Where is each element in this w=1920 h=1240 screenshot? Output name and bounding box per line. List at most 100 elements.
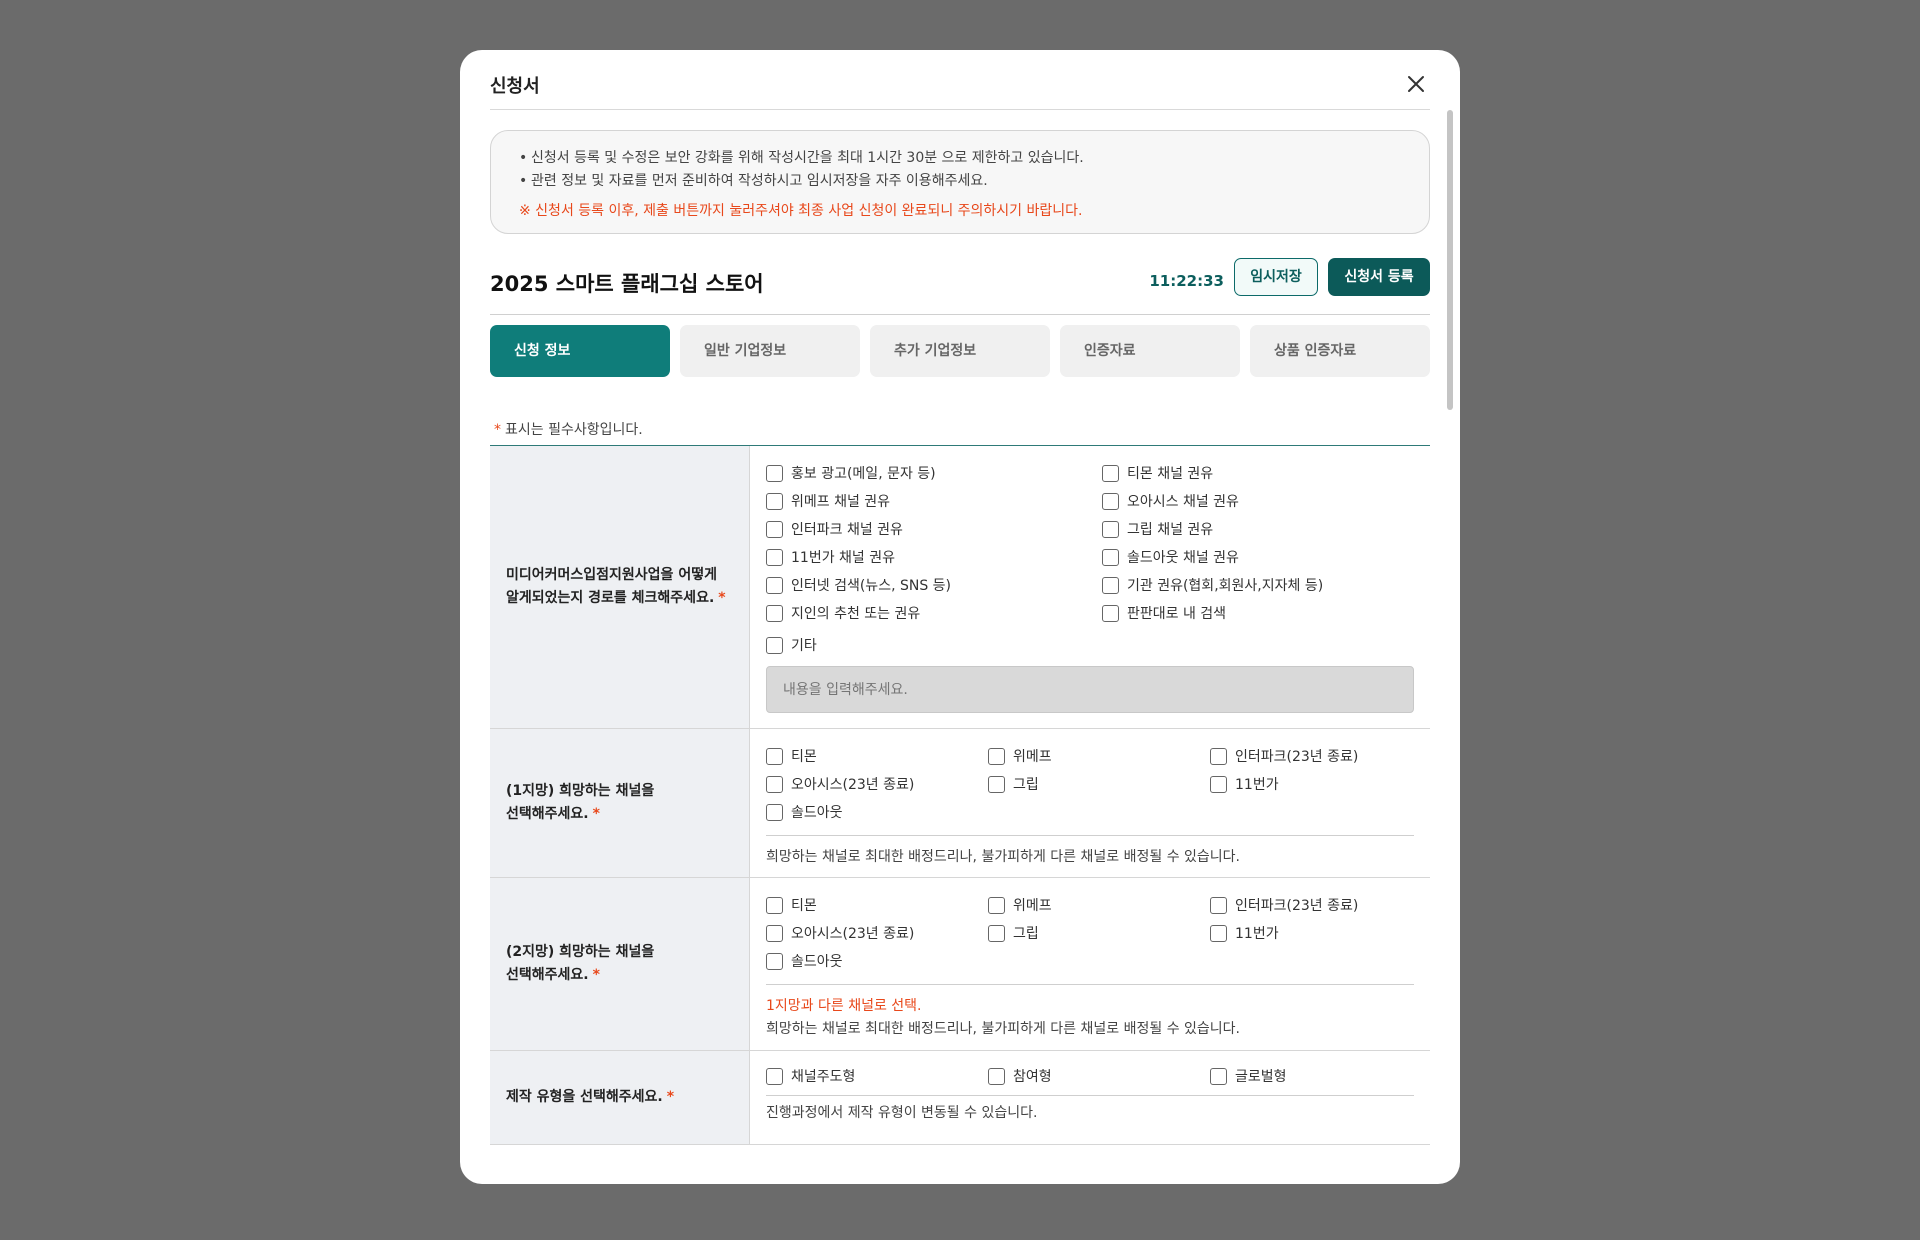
checkbox[interactable]	[766, 636, 783, 654]
checkbox-option[interactable]: 11번가 채널 권유	[766, 546, 1102, 568]
checkbox-option[interactable]: 오아시스 채널 권유	[1102, 490, 1414, 512]
checkbox-option[interactable]: 그립	[988, 773, 1210, 795]
row-label-text: 선택해주세요.	[506, 806, 589, 822]
checkbox-group: 티몬 위메프 인터파크(23년 종료) 오아시스(23년 종료) 그립 11번가…	[766, 894, 1414, 972]
tab-additional-company-info[interactable]: 추가 기업정보	[870, 325, 1050, 377]
checkbox-option[interactable]: 그립 채널 권유	[1102, 518, 1414, 540]
checkbox[interactable]	[1210, 896, 1227, 914]
close-button[interactable]	[1402, 70, 1430, 98]
help-text: 희망하는 채널로 최대한 배정드리나, 불가피하게 다른 채널로 배정될 수 있…	[766, 1021, 1240, 1037]
checkbox-group: 홍보 광고(메일, 문자 등) 티몬 채널 권유 위메프 채널 권유 오아시스 …	[766, 462, 1414, 624]
checkbox-option[interactable]: 글로벌형	[1210, 1065, 1414, 1087]
checkbox-option[interactable]: 오아시스(23년 종료)	[766, 773, 988, 795]
row-label: (1지망) 희망하는 채널을 선택해주세요. *	[490, 729, 750, 877]
checkbox[interactable]	[1102, 548, 1119, 566]
checkbox-option[interactable]: 인터파크(23년 종료)	[1210, 745, 1414, 767]
form-row-production-type: 제작 유형을 선택해주세요. * 채널주도형 참여형 글로벌형 진행과정에서 제작…	[490, 1051, 1430, 1145]
checkbox[interactable]	[1102, 464, 1119, 482]
tab-product-certification[interactable]: 상품 인증자료	[1250, 325, 1430, 377]
checkbox-option[interactable]: 인터파크 채널 권유	[766, 518, 1102, 540]
checkbox[interactable]	[988, 747, 1005, 765]
notice-warning: ※ 신청서 등록 이후, 제출 버튼까지 눌러주셔야 최종 사업 신청이 완료되…	[519, 203, 1083, 219]
notice-box: • 신청서 등록 및 수정은 보안 강화를 위해 작성시간을 최대 1시간 30분…	[490, 130, 1430, 234]
checkbox[interactable]	[988, 775, 1005, 793]
row-label-text: 알게되었는지 경로를 체크해주세요.	[506, 590, 715, 606]
checkbox[interactable]	[766, 604, 783, 622]
checkbox-option[interactable]: 솔드아웃 채널 권유	[1102, 546, 1414, 568]
row-body: 채널주도형 참여형 글로벌형 진행과정에서 제작 유형이 변동될 수 있습니다.	[750, 1051, 1430, 1144]
checkbox[interactable]	[766, 576, 783, 594]
checkbox-option-etc[interactable]: 기타	[766, 634, 1414, 656]
checkbox[interactable]	[766, 1067, 783, 1085]
row-label-text: (1지망) 희망하는 채널을	[506, 783, 655, 799]
checkbox-option[interactable]: 솔드아웃	[766, 950, 988, 972]
checkbox-option[interactable]: 티몬 채널 권유	[1102, 462, 1414, 484]
checkbox[interactable]	[988, 924, 1005, 942]
checkbox-option[interactable]: 지인의 추천 또는 권유	[766, 602, 1102, 624]
checkbox[interactable]	[1102, 492, 1119, 510]
checkbox-option[interactable]: 티몬	[766, 894, 988, 916]
checkbox[interactable]	[988, 1067, 1005, 1085]
checkbox-option[interactable]: 채널주도형	[766, 1065, 988, 1087]
notice-line: 신청서 등록 및 수정은 보안 강화를 위해 작성시간을 최대 1시간 30분 …	[531, 150, 1084, 166]
checkbox[interactable]	[766, 924, 783, 942]
checkbox-option[interactable]: 티몬	[766, 745, 988, 767]
checkbox[interactable]	[766, 775, 783, 793]
modal-content: • 신청서 등록 및 수정은 보안 강화를 위해 작성시간을 최대 1시간 30분…	[490, 130, 1430, 1145]
checkbox[interactable]	[766, 803, 783, 821]
checkbox-option[interactable]: 참여형	[988, 1065, 1210, 1087]
checkbox-option[interactable]: 판판대로 내 검색	[1102, 602, 1414, 624]
checkbox-option[interactable]: 위메프 채널 권유	[766, 490, 1102, 512]
register-button[interactable]: 신청서 등록	[1328, 258, 1430, 296]
checkbox[interactable]	[766, 548, 783, 566]
temp-save-button[interactable]: 임시저장	[1234, 258, 1318, 296]
checkbox[interactable]	[988, 896, 1005, 914]
row-label-text: 제작 유형을 선택해주세요.	[506, 1089, 663, 1105]
help-section: 1지망과 다른 채널로 선택. 희망하는 채널로 최대한 배정드리나, 불가피하…	[766, 984, 1414, 1041]
checkbox-option[interactable]: 인터넷 검색(뉴스, SNS 등)	[766, 574, 1102, 596]
checkbox[interactable]	[1102, 576, 1119, 594]
tab-certification[interactable]: 인증자료	[1060, 325, 1240, 377]
row-label: (2지망) 희망하는 채널을 선택해주세요. *	[490, 878, 750, 1050]
checkbox-option[interactable]: 위메프	[988, 894, 1210, 916]
application-modal: 신청서 • 신청서 등록 및 수정은 보안 강화를 위해 작성시간을 최대 1시간…	[460, 50, 1460, 1184]
checkbox[interactable]	[1210, 747, 1227, 765]
checkbox[interactable]	[766, 492, 783, 510]
checkbox[interactable]	[1210, 924, 1227, 942]
required-note: * 표시는 필수사항입니다.	[490, 419, 1430, 445]
scrollbar-thumb[interactable]	[1447, 110, 1453, 410]
checkbox-group: 채널주도형 참여형 글로벌형	[766, 1065, 1414, 1087]
tab-application-info[interactable]: 신청 정보	[490, 325, 670, 377]
checkbox-option[interactable]: 홍보 광고(메일, 문자 등)	[766, 462, 1102, 484]
etc-text-input[interactable]	[766, 666, 1414, 713]
checkbox-option[interactable]: 기관 권유(협회,회원사,지자체 등)	[1102, 574, 1414, 596]
checkbox[interactable]	[1210, 1067, 1227, 1085]
checkbox-option[interactable]: 인터파크(23년 종료)	[1210, 894, 1414, 916]
help-section: 진행과정에서 제작 유형이 변동될 수 있습니다.	[766, 1095, 1414, 1125]
required-star: *	[718, 590, 726, 606]
row-label-text: 미디어커머스입점지원사업을 어떻게	[506, 567, 717, 583]
warning-text: 1지망과 다른 채널로 선택.	[766, 998, 922, 1014]
checkbox-option[interactable]: 11번가	[1210, 922, 1414, 944]
checkbox[interactable]	[1210, 775, 1227, 793]
form-table: 미디어커머스입점지원사업을 어떻게 알게되었는지 경로를 체크해주세요. * 홍보…	[490, 445, 1430, 1145]
close-icon	[1408, 76, 1424, 92]
row-label: 제작 유형을 선택해주세요. *	[490, 1051, 750, 1144]
required-star: *	[494, 422, 501, 438]
checkbox[interactable]	[766, 520, 783, 538]
checkbox-option[interactable]: 11번가	[1210, 773, 1414, 795]
checkbox[interactable]	[766, 952, 783, 970]
checkbox[interactable]	[766, 747, 783, 765]
tab-general-company-info[interactable]: 일반 기업정보	[680, 325, 860, 377]
checkbox-option[interactable]: 그립	[988, 922, 1210, 944]
checkbox-option[interactable]: 위메프	[988, 745, 1210, 767]
required-star: *	[592, 806, 600, 822]
checkbox-option[interactable]: 오아시스(23년 종료)	[766, 922, 988, 944]
checkbox[interactable]	[1102, 604, 1119, 622]
checkbox[interactable]	[766, 464, 783, 482]
row-label-text: 선택해주세요.	[506, 967, 589, 983]
checkbox[interactable]	[1102, 520, 1119, 538]
checkbox[interactable]	[766, 896, 783, 914]
checkbox-option[interactable]: 솔드아웃	[766, 801, 988, 823]
checkbox-group: 티몬 위메프 인터파크(23년 종료) 오아시스(23년 종료) 그립 11번가…	[766, 745, 1414, 823]
